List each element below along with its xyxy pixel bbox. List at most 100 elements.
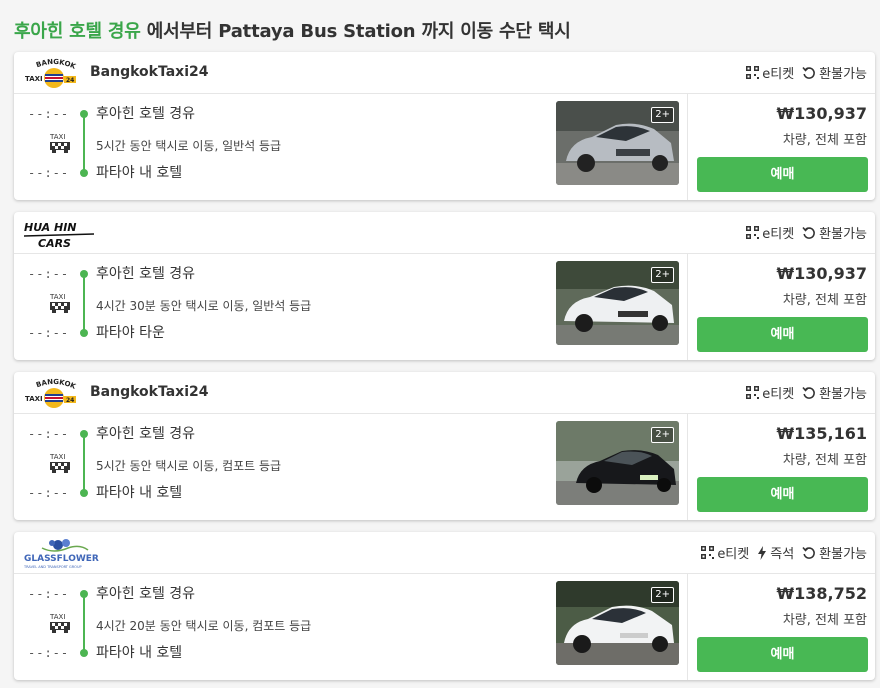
page-title: 후아힌 호텔 경유 에서부터 Pattaya Bus Station 까지 이동… [14,17,571,43]
result-card: HUA HIN CARS e티켓 환불가능 --:-- TAXI --:-- 후아… [14,212,875,360]
destination-place: 파타야 타운 [96,325,165,341]
departure-time: --:-- [28,427,70,441]
destination-dot [80,489,88,497]
svg-text:TAXI: TAXI [49,133,65,141]
book-button[interactable]: 예매 [697,477,868,512]
card-body: --:-- TAXI --:-- 후아힌 호텔 경유 4시간 30분 동안 택시… [14,254,875,360]
feature-label: e티켓 [762,387,795,402]
vehicle-photo[interactable]: 2+ [556,261,679,345]
price-note: 차량, 전체 포함 [782,293,867,308]
features: e티켓 환불가능 [746,63,867,82]
trip-description: 4시간 30분 동안 택시로 이동, 일반석 등급 [96,299,312,313]
book-button[interactable]: 예매 [697,317,868,352]
svg-text:TAXI: TAXI [49,293,65,301]
origin-place: 후아힌 호텔 경유 [96,106,196,122]
departure-time: --:-- [28,587,70,601]
price-note: 차량, 전체 포함 [782,453,867,468]
svg-text:TAXI: TAXI [25,75,43,83]
card-body: --:-- TAXI --:-- 후아힌 호텔 경유 5시간 동안 택시로 이동… [14,414,875,520]
svg-text:TAXI: TAXI [49,453,65,461]
card-body: --:-- TAXI --:-- 후아힌 호텔 경유 5시간 동안 택시로 이동… [14,94,875,200]
qr-code-icon [746,66,760,79]
vehicle-photo[interactable]: 2+ [556,581,679,665]
qr-code-icon [746,226,760,239]
svg-text:24: 24 [66,397,74,404]
svg-text:HUA HIN: HUA HIN [24,221,77,234]
price-column: ₩135,161 차량, 전체 포함 예매 [687,414,875,520]
price-note: 차량, 전체 포함 [782,133,867,148]
passenger-badge: 2+ [651,267,674,283]
card-header: GLASSFLOWER TRAVEL AND TRANSPORT GROUP e티… [14,532,875,574]
features: e티켓 즉석 환불가능 [701,543,867,562]
card-header: BANGKOK TAXI 24 BangkokTaxi24 e티켓 환불가능 [14,372,875,414]
svg-text:TAXI: TAXI [25,395,43,403]
price-column: ₩138,752 차량, 전체 포함 예매 [687,574,875,680]
route-line [83,594,85,653]
trip-description: 5시간 동안 택시로 이동, 컴포트 등급 [96,459,282,473]
price: ₩135,161 [776,424,867,443]
lightning-icon [758,545,767,560]
price-note: 차량, 전체 포함 [782,613,867,628]
feature-label: 환불가능 [819,387,867,402]
origin-dot [80,430,88,438]
passenger-badge: 2+ [651,587,674,603]
passenger-badge: 2+ [651,427,674,443]
result-card: BANGKOK TAXI 24 BangkokTaxi24 e티켓 환불가능 -… [14,52,875,200]
refund-icon [802,386,816,399]
qr-code-icon [701,546,715,559]
svg-text:CARS: CARS [38,237,71,250]
book-button[interactable]: 예매 [697,157,868,192]
svg-text:TAXI: TAXI [49,613,65,621]
destination-place: 파타야 내 호텔 [96,485,183,501]
origin-place: 후아힌 호텔 경유 [96,426,196,442]
feature-refundable: 환불가능 [802,63,867,82]
vehicle-photo[interactable]: 2+ [556,421,679,505]
card-header: HUA HIN CARS e티켓 환불가능 [14,212,875,254]
vehicle-photo[interactable]: 2+ [556,101,679,185]
destination-dot [80,649,88,657]
result-card: GLASSFLOWER TRAVEL AND TRANSPORT GROUP e티… [14,532,875,680]
feature-eticket: e티켓 [701,543,749,562]
origin-place: 후아힌 호텔 경유 [96,586,196,602]
svg-text:TRAVEL AND TRANSPORT GROUP: TRAVEL AND TRANSPORT GROUP [24,565,82,569]
trip-description: 4시간 20분 동안 택시로 이동, 컴포트 등급 [96,619,312,633]
refund-icon [802,226,816,239]
refund-icon [802,546,816,559]
price: ₩130,937 [776,104,867,123]
arrival-time: --:-- [28,166,70,180]
taxi-icon: TAXI [47,612,73,634]
price-column: ₩130,937 차량, 전체 포함 예매 [687,94,875,200]
origin-place: 후아힌 호텔 경유 [96,266,196,282]
origin-dot [80,590,88,598]
destination-dot [80,329,88,337]
route-line [83,274,85,333]
operator-name: BangkokTaxi24 [90,384,209,400]
origin-dot [80,270,88,278]
feature-label: e티켓 [762,227,795,242]
svg-text:24: 24 [66,77,74,84]
feature-label: e티켓 [717,547,750,562]
page-title-origin: 후아힌 호텔 경유 [14,21,141,42]
card-body: --:-- TAXI --:-- 후아힌 호텔 경유 4시간 20분 동안 택시… [14,574,875,680]
origin-dot [80,110,88,118]
taxi-icon: TAXI [47,132,73,154]
refund-icon [802,66,816,79]
trip-description: 5시간 동안 택시로 이동, 일반석 등급 [96,139,282,153]
page-title-rest: 에서부터 Pattaya Bus Station 까지 이동 수단 택시 [140,21,571,42]
feature-label: 즉석 [770,547,795,562]
book-button[interactable]: 예매 [697,637,868,672]
arrival-time: --:-- [28,486,70,500]
taxi-icon: TAXI [47,292,73,314]
feature-eticket: e티켓 [746,223,794,242]
destination-dot [80,169,88,177]
feature-eticket: e티켓 [746,383,794,402]
bangkok-taxi24-logo: BANGKOK TAXI 24 [24,56,96,92]
route-line [83,434,85,493]
arrival-time: --:-- [28,326,70,340]
glassflower-logo: GLASSFLOWER TRAVEL AND TRANSPORT GROUP [23,536,99,572]
feature-label: 환불가능 [819,67,867,82]
destination-place: 파타야 내 호텔 [96,165,183,181]
passenger-badge: 2+ [651,107,674,123]
feature-refundable: 환불가능 [802,383,867,402]
bangkok-taxi24-logo: BANGKOK TAXI 24 [24,376,96,412]
